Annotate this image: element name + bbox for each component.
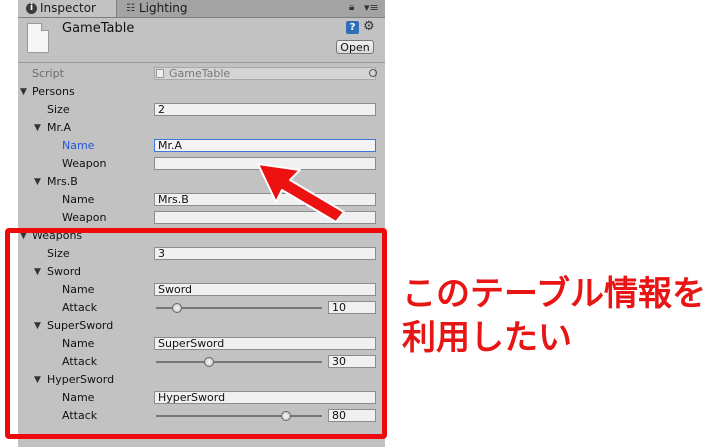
script-row: Script GameTable bbox=[18, 65, 385, 83]
tab-lighting-label: Lighting bbox=[139, 1, 188, 15]
attack-slider-thumb[interactable] bbox=[204, 357, 215, 367]
tab-bar: i Inspector ☷ Lighting 🔒︎ ▾≡ bbox=[18, 0, 385, 18]
weapon-name-row: Name Sword bbox=[18, 281, 385, 299]
weapon-attack-row: Attack 30 bbox=[18, 353, 385, 371]
name-label: Name bbox=[62, 391, 95, 404]
info-icon: i bbox=[26, 3, 37, 14]
name-label: Name bbox=[62, 283, 95, 296]
attack-value-field[interactable]: 30 bbox=[328, 355, 376, 368]
person-label: Mr.A bbox=[47, 121, 72, 134]
weapon-name-row: Name SuperSword bbox=[18, 335, 385, 353]
name-field[interactable]: Sword bbox=[154, 283, 376, 296]
person-name-row: Name Mrs.B bbox=[18, 191, 385, 209]
script-file-icon bbox=[156, 69, 164, 78]
person-weapon-row: Weapon bbox=[18, 155, 385, 173]
lighting-icon: ☷ bbox=[126, 3, 135, 14]
person-foldout-mrs-b[interactable]: ▼ Mrs.B bbox=[18, 173, 385, 191]
weapon-label: Weapon bbox=[62, 157, 107, 170]
object-picker-icon bbox=[369, 69, 377, 77]
persons-label: Persons bbox=[32, 85, 75, 98]
weapon-field[interactable] bbox=[154, 211, 376, 224]
persons-size-label: Size bbox=[47, 103, 70, 116]
attack-label: Attack bbox=[62, 355, 98, 368]
weapon-item-label: HyperSword bbox=[47, 373, 115, 386]
attack-value-field[interactable]: 10 bbox=[328, 301, 376, 314]
object-title: GameTable bbox=[62, 21, 135, 36]
foldout-triangle-icon[interactable]: ▼ bbox=[20, 227, 27, 245]
attack-slider-track[interactable] bbox=[156, 361, 322, 363]
weapon-item-label: SuperSword bbox=[47, 319, 114, 332]
foldout-triangle-icon[interactable]: ▼ bbox=[34, 119, 41, 137]
inspector-panel: i Inspector ☷ Lighting 🔒︎ ▾≡ GameTable ?… bbox=[18, 0, 385, 447]
weapons-size-label: Size bbox=[47, 247, 70, 260]
name-label: Name bbox=[62, 337, 95, 350]
menu-icon[interactable]: ▾≡ bbox=[364, 1, 379, 14]
gear-icon[interactable]: ⚙ bbox=[363, 19, 375, 34]
script-label: Script bbox=[32, 67, 64, 80]
attack-slider-track[interactable] bbox=[156, 415, 322, 417]
foldout-triangle-icon[interactable]: ▼ bbox=[34, 371, 41, 389]
annotation-line-2: 利用したい bbox=[402, 318, 572, 358]
name-label: Name bbox=[62, 193, 95, 206]
name-field[interactable]: Mr.A bbox=[154, 139, 376, 152]
attack-slider-thumb[interactable] bbox=[280, 411, 291, 421]
script-field: GameTable bbox=[154, 67, 376, 80]
object-header: GameTable ? ⚙ Open bbox=[18, 18, 385, 63]
weapons-size-row: Size 3 bbox=[18, 245, 385, 263]
weapon-name-row: Name HyperSword bbox=[18, 389, 385, 407]
name-field[interactable]: Mrs.B bbox=[154, 193, 376, 206]
attack-label: Attack bbox=[62, 301, 98, 314]
foldout-triangle-icon[interactable]: ▼ bbox=[20, 83, 27, 101]
persons-size-field[interactable]: 2 bbox=[154, 103, 376, 116]
foldout-triangle-icon[interactable]: ▼ bbox=[34, 173, 41, 191]
attack-slider-thumb[interactable] bbox=[171, 303, 182, 313]
weapon-item-label: Sword bbox=[47, 265, 82, 278]
person-foldout-mr-a[interactable]: ▼ Mr.A bbox=[18, 119, 385, 137]
file-icon bbox=[27, 23, 49, 53]
weapon-foldout-hypersword[interactable]: ▼ HyperSword bbox=[18, 371, 385, 389]
weapon-foldout-supersword[interactable]: ▼ SuperSword bbox=[18, 317, 385, 335]
help-icon[interactable]: ? bbox=[346, 21, 359, 34]
person-name-row: Name Mr.A bbox=[18, 137, 385, 155]
weapons-foldout[interactable]: ▼ Weapons bbox=[18, 227, 385, 245]
weapon-foldout-sword[interactable]: ▼ Sword bbox=[18, 263, 385, 281]
weapons-size-field[interactable]: 3 bbox=[154, 247, 376, 260]
foldout-triangle-icon[interactable]: ▼ bbox=[34, 317, 41, 335]
name-label: Name bbox=[62, 139, 95, 152]
person-label: Mrs.B bbox=[47, 175, 78, 188]
weapon-field[interactable] bbox=[154, 157, 376, 170]
annotation-line-1: このテーブル情報を bbox=[402, 274, 706, 314]
weapon-attack-row: Attack 10 bbox=[18, 299, 385, 317]
weapon-label: Weapon bbox=[62, 211, 107, 224]
open-button[interactable]: Open bbox=[336, 40, 374, 54]
weapons-label: Weapons bbox=[32, 229, 83, 242]
persons-foldout[interactable]: ▼ Persons bbox=[18, 83, 385, 101]
attack-label: Attack bbox=[62, 409, 98, 422]
lock-icon[interactable]: 🔒︎ bbox=[349, 2, 354, 13]
foldout-triangle-icon[interactable]: ▼ bbox=[34, 263, 41, 281]
tab-inspector[interactable]: i Inspector bbox=[18, 0, 117, 17]
weapon-attack-row: Attack 80 bbox=[18, 407, 385, 425]
persons-size-row: Size 2 bbox=[18, 101, 385, 119]
name-field[interactable]: SuperSword bbox=[154, 337, 376, 350]
person-weapon-row: Weapon bbox=[18, 209, 385, 227]
attack-value-field[interactable]: 80 bbox=[328, 409, 376, 422]
tab-lighting[interactable]: ☷ Lighting bbox=[124, 0, 204, 17]
name-field[interactable]: HyperSword bbox=[154, 391, 376, 404]
tab-inspector-label: Inspector bbox=[40, 1, 96, 15]
